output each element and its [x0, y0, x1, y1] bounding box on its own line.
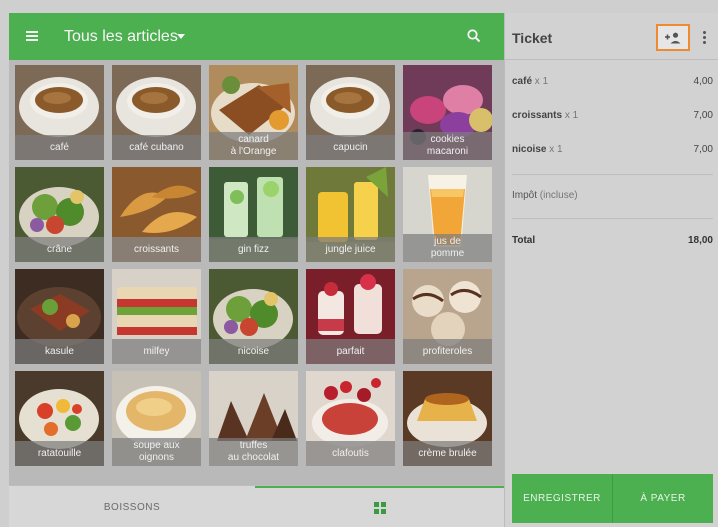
product-label: canard à l'Orange	[209, 132, 298, 160]
product-label: café cubano	[112, 135, 201, 160]
product-tile[interactable]: soupe aux oignons	[112, 371, 201, 466]
product-tile[interactable]: ratatouille	[15, 371, 104, 466]
product-tile[interactable]: milfey	[112, 269, 201, 364]
pay-button[interactable]: À PAYER	[612, 474, 713, 523]
product-label: jungle juice	[306, 237, 395, 262]
product-tile[interactable]: jungle juice	[306, 167, 395, 262]
tab-boissons[interactable]: BOISSONS	[9, 486, 255, 527]
product-tile[interactable]: crâne	[15, 167, 104, 262]
product-label: croissants	[112, 237, 201, 262]
ticket-title: Ticket	[512, 30, 553, 46]
divider	[512, 174, 713, 175]
product-pane: Tous les articles café café cubano canard …	[9, 13, 504, 527]
item-name: café x 1	[512, 76, 548, 87]
ticket-line-item[interactable]: nicoise x 1 7,00	[512, 144, 713, 160]
product-label: milfey	[112, 339, 201, 364]
product-label: café	[15, 135, 104, 160]
tax-note: (incluse)	[539, 190, 578, 201]
divider	[512, 218, 713, 219]
product-tile[interactable]: canard à l'Orange	[209, 65, 298, 160]
add-customer-icon	[665, 32, 681, 43]
bottom-tab-bar: BOISSONS	[9, 485, 504, 527]
more-vertical-icon[interactable]	[703, 31, 707, 45]
save-button[interactable]: ENREGISTRER	[512, 474, 612, 523]
chevron-down-icon[interactable]	[177, 34, 185, 39]
item-name-text: nicoise	[512, 144, 547, 155]
product-tile[interactable]: clafoutis	[306, 371, 395, 466]
product-tile[interactable]: croissants	[112, 167, 201, 262]
ticket-header: Ticket	[505, 13, 718, 60]
item-name-text: croissants	[512, 110, 563, 121]
product-label: ratatouille	[15, 441, 104, 466]
product-label: nicoise	[209, 339, 298, 364]
item-qty: x 1	[564, 110, 579, 121]
total-row: Total 18,00	[512, 235, 713, 246]
product-label: profiteroles	[403, 339, 492, 364]
product-tile[interactable]: capucin	[306, 65, 395, 160]
ticket-line-item[interactable]: café x 1 4,00	[512, 76, 713, 92]
ticket-line-item[interactable]: croissants x 1 7,00	[512, 110, 713, 126]
product-label: kasule	[15, 339, 104, 364]
total-label: Total	[512, 235, 536, 246]
product-label: soupe aux oignons	[112, 438, 201, 466]
product-grid: café café cubano canard à l'Orange capucin c…	[15, 65, 500, 475]
product-tile[interactable]: nicoise	[209, 269, 298, 364]
product-label: gin fizz	[209, 237, 298, 262]
item-name: nicoise x 1	[512, 144, 563, 155]
product-label: jus de pomme	[403, 234, 492, 262]
item-qty: x 1	[534, 76, 549, 87]
product-tile[interactable]: gin fizz	[209, 167, 298, 262]
item-name: croissants x 1	[512, 110, 578, 121]
tax-label: Impôt	[512, 190, 538, 201]
add-customer-button[interactable]	[656, 24, 690, 51]
product-label: capucin	[306, 135, 395, 160]
product-label: parfait	[306, 339, 395, 364]
category-dropdown[interactable]: Tous les articles	[64, 27, 178, 47]
total-value: 18,00	[687, 235, 713, 246]
tax-row: Impôt (incluse)	[512, 190, 578, 201]
product-tile[interactable]: truffes au chocolat	[209, 371, 298, 466]
pos-app: Tous les articles café café cubano canard …	[0, 0, 718, 527]
product-tile[interactable]: café	[15, 65, 104, 160]
search-icon[interactable]	[466, 28, 482, 44]
product-tile[interactable]: kasule	[15, 269, 104, 364]
product-tile[interactable]: jus de pomme	[403, 167, 492, 262]
item-price: 7,00	[693, 110, 713, 121]
product-tile[interactable]: profiteroles	[403, 269, 492, 364]
item-price: 7,00	[693, 144, 713, 155]
product-label: crème brulée	[403, 441, 492, 466]
menu-icon[interactable]	[26, 31, 38, 41]
item-name-text: café	[512, 76, 533, 87]
item-qty: x 1	[549, 144, 563, 155]
product-tile[interactable]: crème brulée	[403, 371, 492, 466]
product-tile[interactable]: cookies macaroni	[403, 65, 492, 160]
product-label: clafoutis	[306, 441, 395, 466]
grid-icon	[373, 502, 386, 514]
tab-all-items-grid[interactable]	[255, 486, 504, 527]
ticket-actions: ENREGISTRER À PAYER	[512, 474, 713, 523]
top-app-bar: Tous les articles	[9, 13, 504, 60]
product-label: cookies macaroni	[403, 132, 492, 160]
ticket-pane: Ticket café x 1 4,00 croissants x 1 7,00 nic…	[504, 13, 718, 527]
product-label: truffes au chocolat	[209, 438, 298, 466]
item-price: 4,00	[693, 76, 713, 87]
product-tile[interactable]: parfait	[306, 269, 395, 364]
product-tile[interactable]: café cubano	[112, 65, 201, 160]
product-label: crâne	[15, 237, 104, 262]
